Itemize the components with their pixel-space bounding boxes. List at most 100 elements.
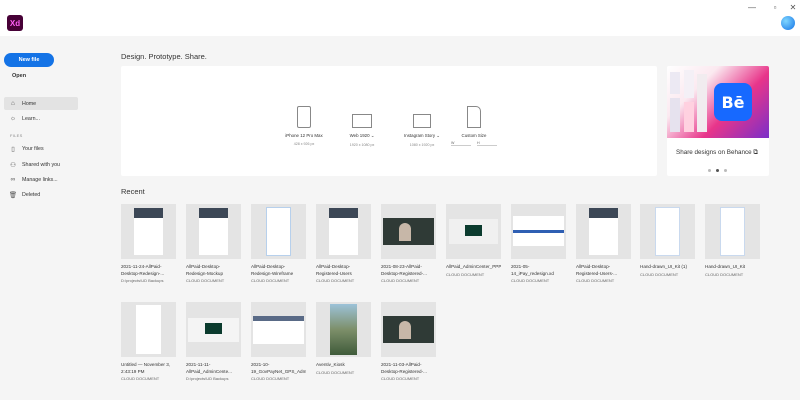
sidebar-item-shared[interactable]: ⚇ Shared with you <box>4 158 78 171</box>
page-title: Design. Prototype. Share. <box>121 52 207 61</box>
tablet-icon <box>413 114 431 128</box>
file-location: CLOUD DOCUMENT <box>316 278 355 284</box>
recent-file-card[interactable]: Hand-drawn_UI_Kit (1) CLOUD DOCUMENT <box>640 204 695 277</box>
recent-file-card[interactable]: AllPaid-Desktop-Registered-Users CLOUD D… <box>316 204 371 283</box>
behance-logo: Bē <box>714 83 752 121</box>
file-thumbnail <box>640 204 695 259</box>
sidebar-item-label: Deleted <box>22 191 41 198</box>
file-location: CLOUD DOCUMENT <box>576 278 615 284</box>
sidebar-item-label: Learn... <box>22 115 40 122</box>
file-location: CLOUD DOCUMENT <box>640 271 679 277</box>
recent-file-card[interactable]: 2021-11-03-AllPaid-Desktop-Registered-..… <box>381 302 436 381</box>
behance-card[interactable]: Bē Share designs on Behance ⧉ <box>667 66 769 176</box>
files-section-label: FILES <box>10 133 23 138</box>
height-field[interactable]: H <box>477 141 497 146</box>
file-name: 2021-08-23-AllPaid-Desktop-Registered-..… <box>381 264 427 276</box>
sidebar-item-your-files[interactable]: ▯ Your files <box>4 142 78 155</box>
maximize-icon[interactable]: ▫ <box>768 3 782 12</box>
file-location: CLOUD DOCUMENT <box>381 376 420 382</box>
file-name: Untitled — November 3, 2:43:19 PM <box>121 362 171 374</box>
file-thumbnail <box>121 204 176 259</box>
recent-file-card[interactable]: AllPaid-Desktop-Registered-Users-... CLO… <box>576 204 631 283</box>
file-thumbnail <box>381 302 436 357</box>
file-location: CLOUD DOCUMENT <box>511 278 550 284</box>
file-thumbnail <box>705 204 760 259</box>
file-thumbnail <box>316 302 371 357</box>
recent-title: Recent <box>121 187 145 196</box>
file-name: AllPaid-Desktop-Registered-Users-... <box>576 264 618 276</box>
sidebar-item-label: Manage links... <box>22 176 58 183</box>
width-field[interactable]: W <box>451 141 471 146</box>
file-location: CLOUD DOCUMENT <box>121 376 160 382</box>
avatar[interactable] <box>781 16 795 30</box>
file-name: Hand-drawn_UI_Kit <box>705 264 746 269</box>
file-location: D:\projects\UD Backups <box>186 376 229 382</box>
recent-file-card[interactable]: AllPaid-Desktop-Redesign-Wireframe CLOUD… <box>251 204 306 283</box>
sidebar-item-home[interactable]: ⌂ Home <box>4 97 78 110</box>
link-icon: ∞ <box>10 176 16 183</box>
file-name: AllPaid_AdminCenter_PPP_01 <box>446 264 501 269</box>
minimize-icon[interactable]: — <box>745 3 759 12</box>
behance-image: Bē <box>667 66 769 138</box>
preset-iphone[interactable]: iPhone 12 Pro Max 428 x 926 px <box>274 106 334 146</box>
carousel-dot[interactable] <box>708 169 711 172</box>
sidebar-item-deleted[interactable]: 🗑 Deleted <box>4 188 78 201</box>
preset-name: Web 1920 ⌄ <box>349 133 375 138</box>
file-thumbnail <box>446 204 501 259</box>
file-name: AllPaid-Desktop-Redesign-Wireframe <box>251 264 294 276</box>
behance-text: Share designs on Behance ⧉ <box>676 149 758 156</box>
sidebar-item-label: Home <box>22 100 37 107</box>
recent-file-card[interactable]: Hand-drawn_UI_Kit CLOUD DOCUMENT <box>705 204 760 277</box>
custom-size-fields: W H <box>444 141 504 146</box>
recent-file-card[interactable]: 2021-05-14_iPay_redesign.xd CLOUD DOCUME… <box>511 204 566 283</box>
file-name: 2021-05-14_iPay_redesign.xd <box>511 264 554 276</box>
file-location: CLOUD DOCUMENT <box>316 369 355 375</box>
close-icon[interactable]: ✕ <box>786 3 800 12</box>
file-location: CLOUD DOCUMENT <box>705 271 744 277</box>
file-thumbnail <box>121 302 176 357</box>
preset-web[interactable]: Web 1920 ⌄ 1920 x 1080 px <box>332 106 392 147</box>
preset-panel: iPhone 12 Pro Max 428 x 926 px Web 1920 … <box>121 66 657 176</box>
recent-file-card[interactable]: Untitled — November 3, 2:43:19 PM CLOUD … <box>121 302 176 381</box>
phone-icon <box>297 106 311 128</box>
file-thumbnail <box>186 204 241 259</box>
file-location: CLOUD DOCUMENT <box>381 278 420 284</box>
file-name: AllPaid-Desktop-Registered-Users <box>316 264 352 276</box>
custom-size-icon <box>467 106 481 128</box>
recent-file-card[interactable]: 2021-10-19_GovPayNet_GPS_Admin_Tools CLO… <box>251 302 306 381</box>
preset-instagram[interactable]: Instagram Story ⌄ 1080 x 1920 px <box>392 106 452 147</box>
recent-file-card[interactable]: AllPaid_AdminCenter_PPP_01 CLOUD DOCUMEN… <box>446 204 501 277</box>
document-icon: ▯ <box>11 145 15 153</box>
open-link[interactable]: Open <box>12 73 26 79</box>
sidebar-item-manage-links[interactable]: ∞ Manage links... <box>4 173 78 186</box>
file-name: 2021-11-24-AllPaid-Desktop-Redesign-... <box>121 264 165 276</box>
trash-icon: 🗑 <box>8 191 18 199</box>
file-name: 2021-11-03-AllPaid-Desktop-Registered-..… <box>381 362 427 374</box>
carousel-dot[interactable] <box>716 169 719 172</box>
xd-logo: Xd <box>7 15 23 31</box>
carousel-dot[interactable] <box>724 169 727 172</box>
preset-size: 1080 x 1920 px <box>409 143 435 147</box>
recent-file-card[interactable]: 2021-08-23-AllPaid-Desktop-Registered-..… <box>381 204 436 283</box>
file-location: CLOUD DOCUMENT <box>251 278 290 284</box>
preset-name: Custom Size <box>461 133 487 138</box>
sidebar-item-label: Your files <box>22 145 44 152</box>
file-thumbnail <box>186 302 241 357</box>
sidebar: New file Open ⌂ Home ☼ Learn... FILES ▯ … <box>0 36 108 400</box>
file-thumbnail <box>316 204 371 259</box>
new-file-button[interactable]: New file <box>4 53 54 67</box>
preset-name: iPhone 12 Pro Max <box>285 133 323 138</box>
recent-file-card[interactable]: Aventiv_Kiosk CLOUD DOCUMENT <box>316 302 371 375</box>
sidebar-item-learn[interactable]: ☼ Learn... <box>4 112 78 125</box>
users-icon: ⚇ <box>10 161 16 169</box>
preset-size: 1920 x 1080 px <box>349 143 375 147</box>
recent-file-card[interactable]: 2021-11-11-AllPaid_AdminCente... D:\proj… <box>186 302 241 381</box>
file-name: 2021-10-19_GovPayNet_GPS_Admin_Tools <box>251 362 306 374</box>
recent-file-card[interactable]: 2021-11-24-AllPaid-Desktop-Redesign-... … <box>121 204 176 283</box>
recent-file-card[interactable]: AllPaid-Desktop-Redesign-Mockup CLOUD DO… <box>186 204 241 283</box>
home-icon: ⌂ <box>11 100 15 107</box>
carousel-dots <box>708 169 727 172</box>
file-name: Aventiv_Kiosk <box>316 362 345 367</box>
sidebar-item-label: Shared with you <box>22 161 60 168</box>
preset-custom[interactable]: Custom Size W H <box>444 106 504 146</box>
